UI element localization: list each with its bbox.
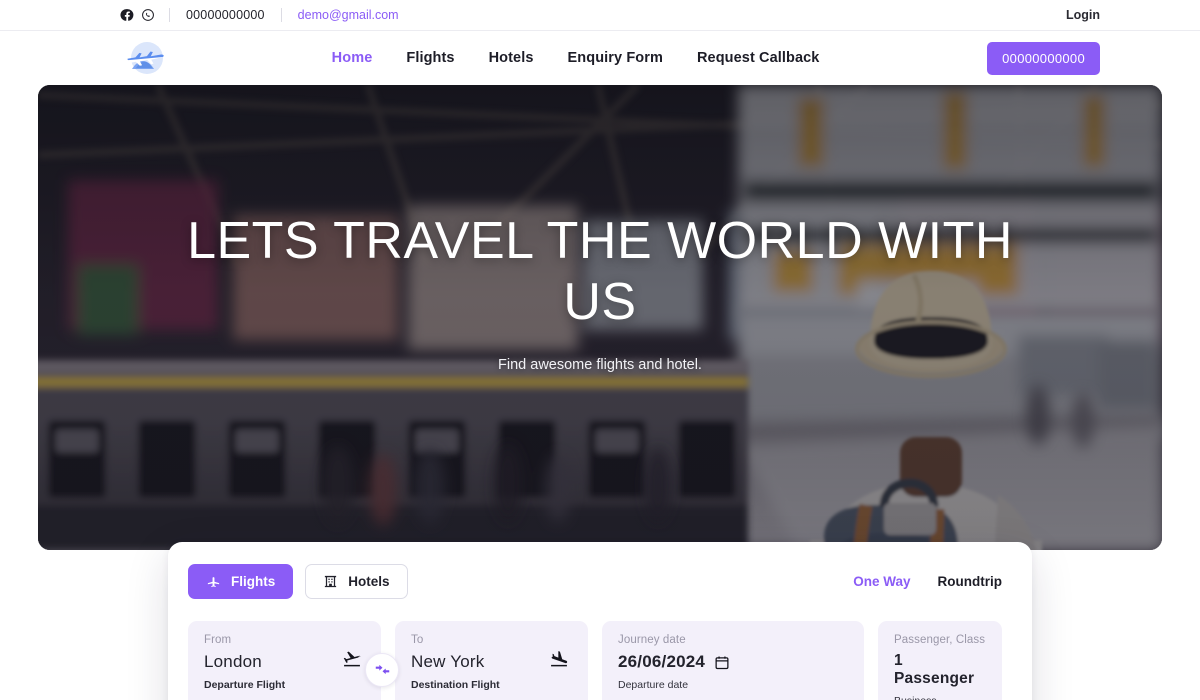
passenger-count-value: 1 Passenger [894, 652, 975, 687]
topbar-phone: 00000000000 [186, 8, 265, 22]
hotel-icon [323, 574, 338, 589]
flight-search-card: Flights Hotels One Way Roundtrip From Lo… [168, 542, 1032, 700]
facebook-icon[interactable] [120, 8, 134, 22]
passenger-class-label: Passenger, Class [894, 634, 986, 646]
hero-subtitle: Find awesome flights and hotel. [498, 357, 702, 373]
tab-hotels[interactable]: Hotels [305, 564, 408, 599]
search-card-header: Flights Hotels One Way Roundtrip [188, 564, 1012, 599]
journey-date-value: 26/06/2024 [618, 652, 706, 671]
whatsapp-icon[interactable] [141, 8, 155, 22]
from-field[interactable]: From London Departure Flight [188, 621, 381, 700]
to-label: To [411, 634, 424, 646]
nav-item-request-callback[interactable]: Request Callback [697, 50, 819, 66]
social-links [120, 8, 169, 22]
trip-type-one-way[interactable]: One Way [853, 574, 910, 589]
topbar-left-group: 00000000000 demo@gmail.com [120, 8, 399, 22]
trip-type-roundtrip[interactable]: Roundtrip [938, 574, 1002, 589]
hero-content: LETS TRAVEL THE WORLD WITH US Find aweso… [38, 211, 1162, 373]
swap-horizontal-icon [374, 661, 391, 678]
booking-mode-tabs: Flights Hotels [188, 564, 408, 599]
trip-type-selector: One Way Roundtrip [853, 574, 1012, 589]
login-link[interactable]: Login [1066, 8, 1100, 22]
top-utility-bar: 00000000000 demo@gmail.com Login [0, 0, 1200, 31]
nav-item-home[interactable]: Home [332, 50, 373, 66]
calendar-icon[interactable] [714, 654, 730, 671]
from-sublabel: Departure Flight [204, 679, 286, 691]
passenger-class-field[interactable]: Passenger, Class 1 Passenger Business [878, 621, 1002, 700]
flight-takeoff-icon [339, 649, 365, 669]
passenger-class-value: Business [894, 695, 986, 700]
swap-locations-button[interactable] [365, 652, 399, 687]
journey-date-value-row: 26/06/2024 [618, 652, 848, 672]
nav-phone-button[interactable]: 00000000000 [987, 41, 1100, 75]
journey-date-sublabel: Departure date [618, 679, 689, 691]
to-sublabel: Destination Flight [411, 679, 500, 691]
tab-hotels-label: Hotels [348, 574, 390, 589]
nav-item-enquiry-form[interactable]: Enquiry Form [568, 50, 663, 66]
flight-land-icon [546, 649, 572, 669]
topbar-email-link[interactable]: demo@gmail.com [282, 8, 399, 22]
tab-flights[interactable]: Flights [188, 564, 294, 599]
search-fields: From London Departure Flight To New York… [188, 621, 1012, 700]
journey-date-label: Journey date [618, 634, 686, 646]
hero-title: LETS TRAVEL THE WORLD WITH US [187, 212, 1013, 331]
tab-flights-label: Flights [231, 574, 276, 589]
from-label: From [204, 634, 232, 646]
to-field[interactable]: To New York Destination Flight [395, 621, 588, 700]
airplane-icon [206, 574, 221, 589]
nav-item-hotels[interactable]: Hotels [489, 50, 534, 66]
nav-item-flights[interactable]: Flights [406, 50, 454, 66]
main-navigation: Home Flights Hotels Enquiry Form Request… [0, 31, 1200, 85]
hero-section: LETS TRAVEL THE WORLD WITH US Find aweso… [0, 85, 1200, 700]
journey-date-field[interactable]: Journey date 26/06/2024 Departure date [602, 621, 864, 700]
nav-links: Home Flights Hotels Enquiry Form Request… [164, 50, 987, 66]
hero-banner: LETS TRAVEL THE WORLD WITH US Find aweso… [38, 85, 1162, 550]
